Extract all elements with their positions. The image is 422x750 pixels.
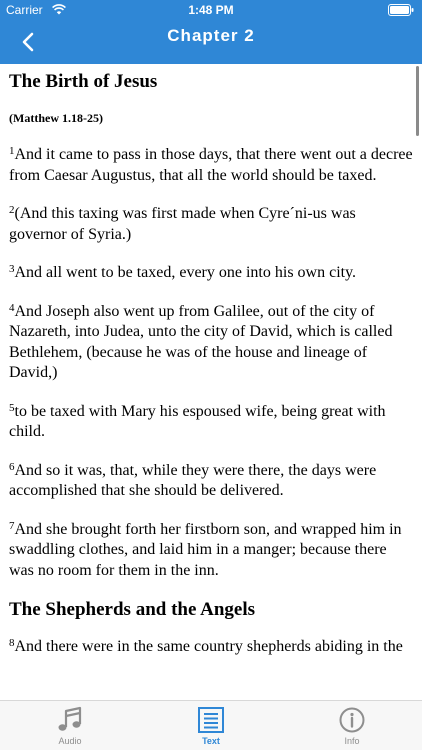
verse: 7And she brought forth her firstborn son… — [9, 520, 414, 582]
tab-text[interactable]: Text — [141, 701, 281, 750]
tab-audio[interactable]: Audio — [0, 701, 140, 750]
status-bar: Carrier 1:48 PM — [0, 0, 422, 20]
chapter-text[interactable]: The Birth of Jesus (Matthew 1.18-25) 1An… — [0, 64, 422, 700]
header-bar: Carrier 1:48 PM Chapter 2 — [0, 0, 422, 64]
verse: 2(And this taxing was first made when Cy… — [9, 204, 414, 245]
verse: 5to be taxed with Mary his espoused wife… — [9, 402, 414, 443]
verse: 6And so it was, that, while they were th… — [9, 461, 414, 502]
verse: 8And there were in the same country shep… — [9, 637, 414, 658]
page-title: Chapter 2 — [167, 26, 255, 45]
verse-text: And she brought forth her firstborn son,… — [9, 520, 402, 579]
navigation-bar: Chapter 2 — [0, 20, 422, 64]
section-heading: The Shepherds and the Angels — [9, 599, 256, 620]
tab-label: Info — [344, 736, 360, 746]
battery-icon — [388, 4, 414, 16]
section-heading: The Birth of Jesus — [9, 71, 158, 92]
tab-info[interactable]: Info — [282, 701, 422, 750]
tab-bar: Audio Text Info — [0, 700, 422, 750]
text-document-icon — [198, 707, 224, 733]
tab-label: Audio — [58, 736, 82, 746]
info-icon — [339, 707, 365, 733]
scrollbar[interactable] — [416, 66, 419, 136]
verse-text: And there were in the same country sheph… — [14, 638, 403, 655]
status-time: 1:48 PM — [188, 3, 234, 17]
verse-text: And so it was, that, while they were the… — [9, 461, 377, 500]
verse-text: And all went to be taxed, every one into… — [14, 264, 357, 281]
tab-label: Text — [202, 736, 220, 746]
verse: 3And all went to be taxed, every one int… — [9, 263, 414, 284]
verse: 4And Joseph also went up from Galilee, o… — [9, 302, 414, 384]
verse-text: (And this taxing was first made when Cyr… — [9, 205, 356, 243]
cross-reference: (Matthew 1.18-25) — [9, 111, 103, 125]
verse-text: And it came to pass in those days, that … — [9, 146, 413, 184]
verse-text: to be taxed with Mary his espoused wife,… — [9, 402, 386, 441]
verse-text: And Joseph also went up from Galilee, ou… — [9, 302, 393, 382]
verse: 1And it came to pass in those days, that… — [9, 145, 414, 186]
music-note-icon — [58, 706, 82, 731]
